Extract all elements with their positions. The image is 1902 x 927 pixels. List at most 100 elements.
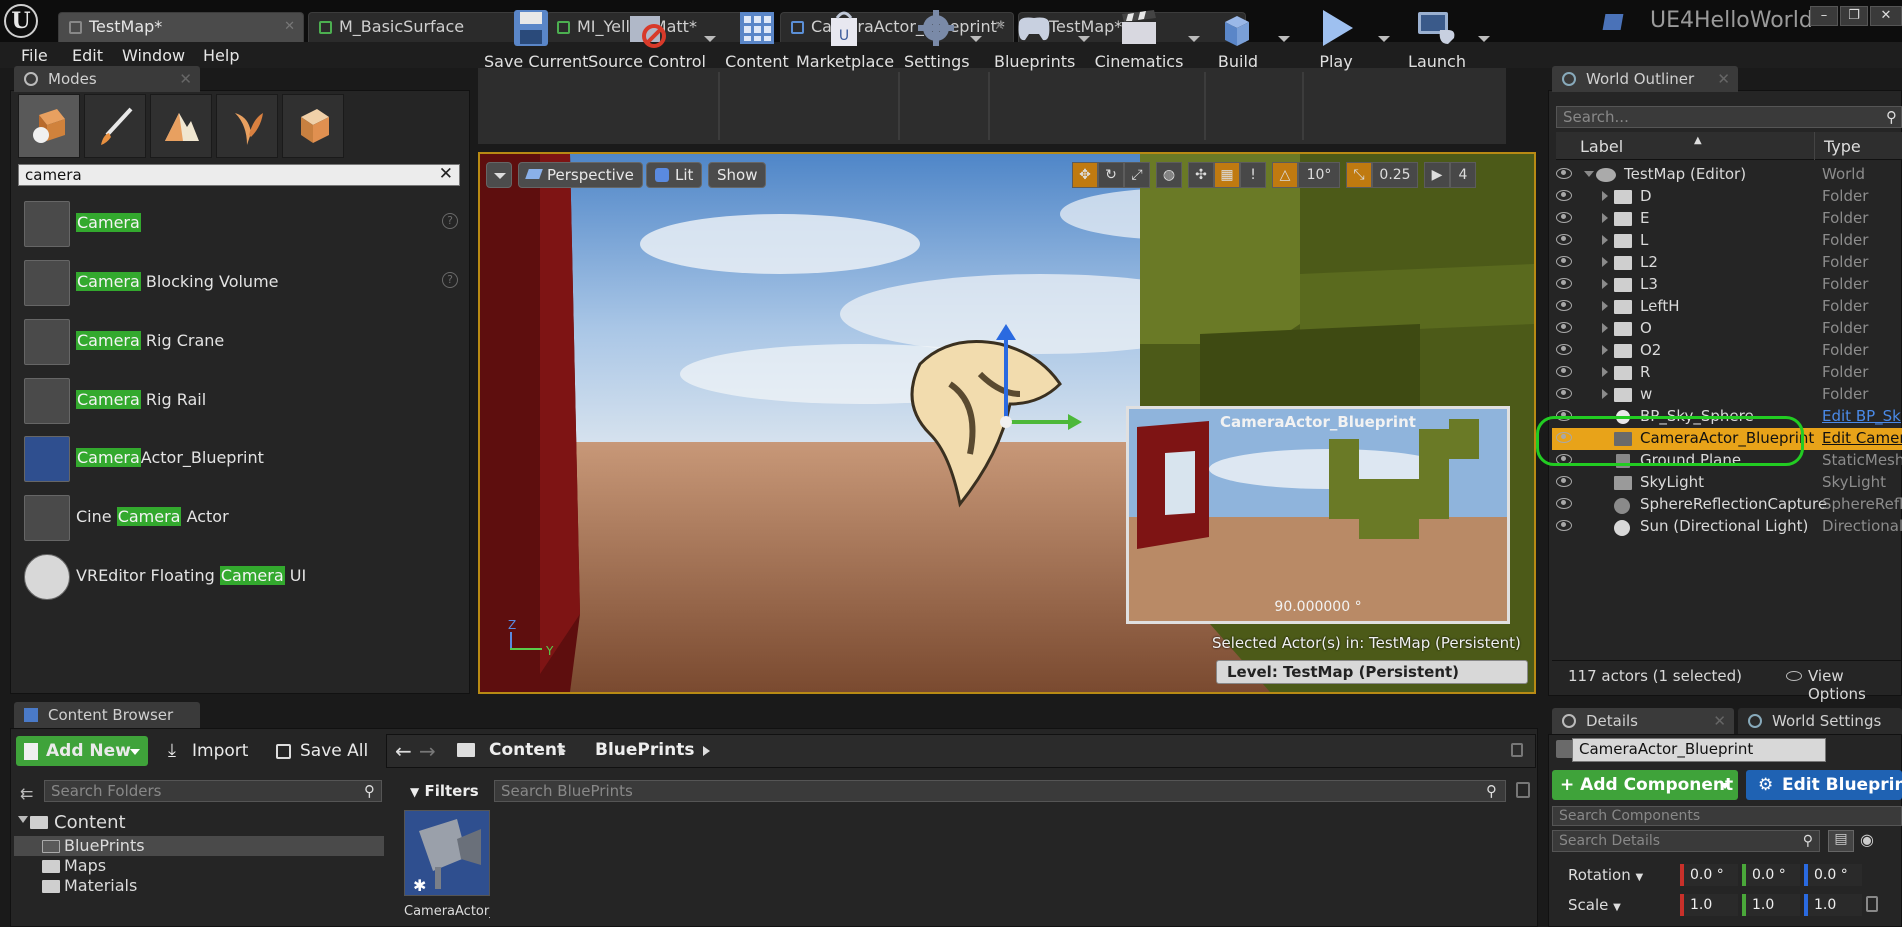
world-outliner-tab[interactable]: World Outliner ✕ bbox=[1552, 66, 1738, 92]
rotation-x-field[interactable]: 0.0 ° bbox=[1680, 864, 1738, 886]
outliner-row-folder[interactable]: L3 Folder bbox=[1552, 274, 1902, 296]
level-viewport[interactable]: Perspective Lit Show ✥ ↻ ⤢ ◍ ✣ ▦ ! △ 10°… bbox=[478, 152, 1536, 694]
outliner-row-folder[interactable]: L2 Folder bbox=[1552, 252, 1902, 274]
add-new-button[interactable]: Add New bbox=[16, 736, 148, 766]
minimize-button[interactable]: – bbox=[1810, 6, 1838, 26]
gizmo-z-axis[interactable] bbox=[1004, 334, 1008, 422]
visibility-eye-icon[interactable] bbox=[1556, 388, 1572, 399]
scale-label[interactable]: Scale ▼ bbox=[1568, 896, 1621, 914]
grid-snap-icon[interactable]: ▦ bbox=[1214, 162, 1240, 188]
details-tab[interactable]: Details ✕ bbox=[1552, 708, 1734, 734]
outliner-search-input[interactable]: Search... ⚲ bbox=[1556, 106, 1902, 128]
chevron-down-icon[interactable] bbox=[970, 36, 982, 42]
close-window-button[interactable]: ✕ bbox=[1870, 6, 1902, 26]
visibility-eye-icon[interactable] bbox=[1556, 168, 1572, 179]
camera-speed-icon[interactable]: ▶ bbox=[1424, 162, 1450, 188]
expand-arrow-icon[interactable] bbox=[1602, 389, 1608, 399]
help-icon[interactable]: ? bbox=[442, 213, 458, 229]
visibility-eye-icon[interactable] bbox=[1556, 234, 1572, 245]
rotation-snap-value[interactable]: 10° bbox=[1298, 162, 1340, 188]
chevron-down-icon[interactable] bbox=[704, 36, 716, 42]
visibility-eye-icon[interactable] bbox=[1556, 322, 1572, 333]
rotation-y-field[interactable]: 0.0 ° bbox=[1742, 864, 1800, 886]
scale-z-field[interactable]: 1.0 bbox=[1804, 894, 1862, 916]
tree-item-blueprints[interactable]: BluePrints bbox=[14, 836, 384, 856]
launch-button[interactable]: Launch bbox=[1404, 2, 1490, 74]
rotation-snap-icon[interactable]: △ bbox=[1272, 162, 1298, 188]
asset-thumbnail-cameraactor-blueprint[interactable]: ✱ bbox=[404, 810, 490, 896]
save-current-button[interactable]: Save Current bbox=[484, 2, 588, 74]
expand-arrow-icon[interactable] bbox=[1602, 301, 1608, 311]
foliage-mode-button[interactable] bbox=[216, 94, 278, 158]
lock-scale-icon[interactable] bbox=[1866, 896, 1878, 912]
expand-arrow-icon[interactable] bbox=[1584, 171, 1594, 177]
breadcrumb-content[interactable]: Content bbox=[489, 740, 565, 760]
expand-arrow-icon[interactable] bbox=[1602, 279, 1608, 289]
translate-mode-icon[interactable]: ✥ bbox=[1072, 162, 1098, 188]
visibility-eye-icon[interactable] bbox=[1556, 476, 1572, 487]
place-item-camera-rig-rail[interactable]: Camera Rig Rail bbox=[18, 374, 468, 428]
chevron-down-icon[interactable] bbox=[1078, 36, 1090, 42]
lock-icon[interactable] bbox=[1511, 743, 1523, 757]
breadcrumb-blueprints[interactable]: BluePrints bbox=[595, 740, 694, 760]
label-column-header[interactable]: Label bbox=[1580, 137, 1623, 156]
menu-help[interactable]: Help bbox=[203, 46, 239, 65]
content-browser-tab[interactable]: Content Browser bbox=[14, 702, 200, 728]
expand-arrow-icon[interactable] bbox=[1602, 213, 1608, 223]
sources-toggle-icon[interactable]: ⇇ bbox=[20, 784, 33, 803]
place-item-camera-blocking-volume[interactable]: Camera Blocking Volume ? bbox=[18, 256, 468, 310]
place-item-cameraactor-blueprint[interactable]: CameraActor_Blueprint bbox=[18, 432, 468, 486]
breadcrumb-chevron-icon[interactable] bbox=[559, 746, 566, 756]
expand-arrow-icon[interactable] bbox=[1602, 235, 1608, 245]
expand-arrow-icon[interactable] bbox=[1602, 345, 1608, 355]
settings-button[interactable]: Settings bbox=[904, 2, 982, 74]
landscape-mode-button[interactable] bbox=[150, 94, 212, 158]
close-icon[interactable]: ✕ bbox=[1713, 708, 1726, 734]
view-options-button[interactable]: View Options bbox=[1808, 667, 1902, 703]
visibility-eye-icon[interactable] bbox=[1556, 256, 1572, 267]
expand-arrow-icon[interactable] bbox=[18, 816, 28, 823]
scale-snap-icon[interactable]: ⤡ bbox=[1346, 162, 1372, 188]
visibility-eye-icon[interactable] bbox=[1556, 520, 1572, 531]
tree-item-maps[interactable]: Maps bbox=[14, 856, 384, 876]
chevron-down-icon[interactable] bbox=[1478, 36, 1490, 42]
build-button[interactable]: Build bbox=[1210, 2, 1290, 74]
add-component-button[interactable]: + Add Component bbox=[1552, 770, 1738, 800]
outliner-row-folder[interactable]: R Folder bbox=[1552, 362, 1902, 384]
outliner-row-folder[interactable]: LeftH Folder bbox=[1552, 296, 1902, 318]
world-settings-tab[interactable]: World Settings bbox=[1738, 708, 1902, 734]
menu-window[interactable]: Window bbox=[122, 46, 185, 65]
outliner-row-world[interactable]: TestMap (Editor) World bbox=[1552, 164, 1902, 186]
close-icon[interactable]: ✕ bbox=[284, 13, 295, 41]
visibility-eye-icon[interactable] bbox=[1556, 344, 1572, 355]
outliner-row-folder[interactable]: E Folder bbox=[1552, 208, 1902, 230]
gizmo-center[interactable] bbox=[1000, 416, 1012, 428]
search-details-input[interactable]: Search Details ⚲ bbox=[1552, 830, 1820, 852]
save-search-icon[interactable] bbox=[1516, 782, 1530, 798]
filters-button[interactable]: ▼ Filters bbox=[400, 778, 486, 804]
visibility-eye-icon[interactable] bbox=[1556, 498, 1572, 509]
place-mode-button[interactable] bbox=[18, 94, 80, 158]
property-matrix-icon[interactable]: ▤ bbox=[1828, 830, 1854, 852]
show-flags-button[interactable]: Show bbox=[708, 162, 767, 188]
outliner-row-folder[interactable]: O Folder bbox=[1552, 318, 1902, 340]
forward-arrow-icon[interactable]: → bbox=[419, 739, 436, 763]
blueprints-button[interactable]: Blueprints bbox=[994, 2, 1090, 74]
help-icon[interactable]: ? bbox=[442, 272, 458, 288]
tree-item-content[interactable]: Content bbox=[14, 812, 384, 833]
search-assets-input[interactable]: Search BluePrints ⚲ bbox=[494, 780, 1506, 802]
import-button[interactable]: ⤓ Import bbox=[162, 736, 262, 766]
edit-blueprint-link[interactable]: Edit Camer bbox=[1822, 429, 1902, 447]
cinematics-button[interactable]: Cinematics bbox=[1094, 2, 1200, 74]
chevron-down-icon[interactable] bbox=[1378, 36, 1390, 42]
maximize-button[interactable]: ❐ bbox=[1840, 6, 1868, 26]
rotate-mode-icon[interactable]: ↻ bbox=[1098, 162, 1124, 188]
eye-icon[interactable]: ◉ bbox=[1860, 830, 1902, 852]
place-item-cine-camera-actor[interactable]: Cine Camera Actor bbox=[18, 491, 468, 545]
tab-testmap[interactable]: TestMap* ✕ bbox=[58, 12, 304, 42]
visibility-eye-icon[interactable] bbox=[1556, 212, 1572, 223]
search-folders-input[interactable]: Search Folders ⚲ bbox=[44, 780, 382, 802]
save-all-button[interactable]: Save All bbox=[270, 736, 374, 766]
chevron-down-icon[interactable] bbox=[1188, 36, 1200, 42]
visibility-eye-icon[interactable] bbox=[1556, 278, 1572, 289]
